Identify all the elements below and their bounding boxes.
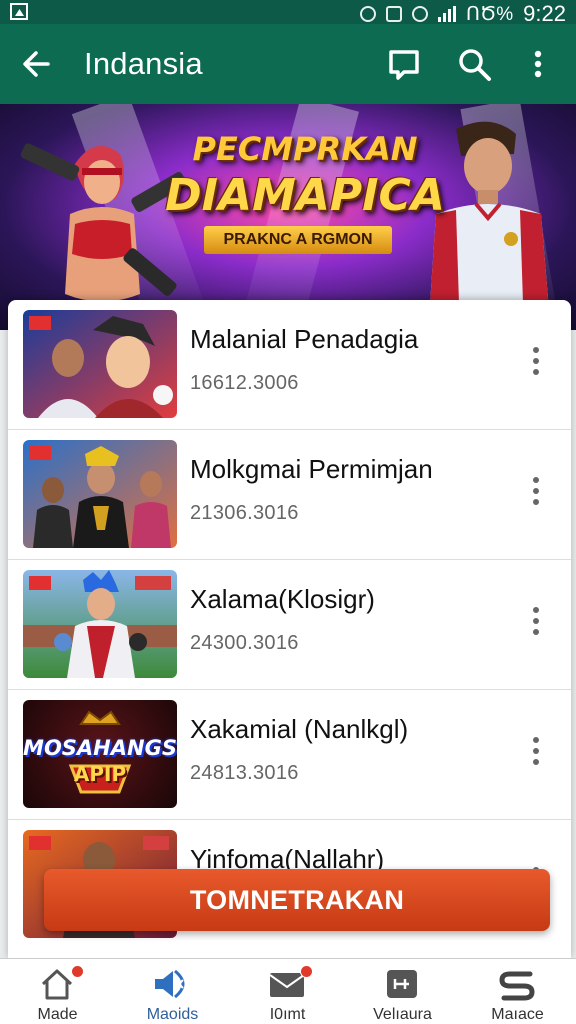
thumbnail-logo-sub: APIP bbox=[73, 762, 127, 786]
primary-action-button[interactable]: TOMNETRAKAN bbox=[44, 869, 550, 931]
game-title: Xalama(Klosigr) bbox=[190, 584, 375, 614]
nav-label: Maoids bbox=[146, 1006, 199, 1023]
banner-title-top: PECMPRKAN bbox=[192, 130, 418, 168]
vibrate-icon bbox=[385, 6, 402, 22]
promo-banner[interactable]: PECMPRKAN DIAMAPICA PRAKNC A RGMON bbox=[0, 104, 576, 330]
game-thumbnail bbox=[23, 440, 177, 548]
more-vert-icon[interactable] bbox=[526, 604, 546, 640]
bottom-nav: Made Maoids I0ımt Velıaura Maıace bbox=[0, 958, 576, 1024]
app-bar: Indansia bbox=[0, 24, 576, 104]
banner-title: DIAMAPICA bbox=[165, 170, 445, 221]
s-logo-icon bbox=[499, 971, 535, 1001]
game-date: 24300.3016 bbox=[190, 632, 299, 654]
game-thumbnail bbox=[23, 310, 177, 418]
gallery-notification-icon bbox=[10, 3, 28, 20]
bluetooth-icon bbox=[359, 6, 376, 22]
tv-icon bbox=[387, 970, 417, 998]
game-title: Malanial Penadagia bbox=[190, 324, 419, 354]
nav-label: I0ımt bbox=[269, 1006, 306, 1023]
more-vert-icon[interactable] bbox=[526, 474, 546, 510]
speaker-icon bbox=[155, 969, 185, 999]
signal-icon bbox=[437, 6, 456, 22]
chat-icon[interactable] bbox=[382, 42, 426, 86]
game-title: Molkgmai Permimjan bbox=[190, 454, 433, 484]
back-arrow-icon[interactable] bbox=[18, 44, 58, 84]
nav-label: Made bbox=[37, 1006, 78, 1023]
game-date: 21306.3016 bbox=[190, 502, 299, 524]
nav-label: Velıaura bbox=[373, 1006, 432, 1023]
nav-item-tv[interactable]: Velıaura bbox=[345, 959, 460, 1024]
game-date: 24813.3016 bbox=[190, 762, 299, 784]
list-item[interactable]: MOSAHANGS APIP Xakamial (Nanlkgl) 24813.… bbox=[8, 690, 571, 820]
status-bar: ՈԾ% 9:22 bbox=[0, 0, 576, 26]
search-icon[interactable] bbox=[452, 42, 496, 86]
more-vert-icon[interactable] bbox=[516, 42, 560, 86]
list-item[interactable]: Molkgmai Permimjan 21306.3016 bbox=[8, 430, 571, 560]
nav-item-home[interactable]: Made bbox=[0, 959, 115, 1024]
more-vert-icon[interactable] bbox=[526, 734, 546, 770]
nav-item-marketplace[interactable]: Maıace bbox=[460, 959, 575, 1024]
banner-subtitle: PRAKNC A RGMON bbox=[204, 226, 392, 254]
nav-label: Maıace bbox=[491, 1006, 544, 1023]
game-thumbnail: MOSAHANGS APIP bbox=[23, 700, 177, 808]
alarm-icon bbox=[411, 6, 428, 22]
game-title: Xakamial (Nanlkgl) bbox=[190, 714, 409, 744]
page-title: Indansia bbox=[84, 46, 203, 81]
list-item[interactable]: Malanial Penadagia 16612.3006 bbox=[8, 300, 571, 430]
game-date: 16612.3006 bbox=[190, 372, 299, 394]
nav-item-mail[interactable]: I0ımt bbox=[230, 959, 345, 1024]
thumbnail-logo-text: MOSAHANGS bbox=[23, 736, 177, 760]
notification-badge bbox=[300, 965, 313, 978]
footballer-illustration bbox=[428, 121, 551, 330]
notification-badge bbox=[71, 965, 84, 978]
battery-percent: ՈԾ% bbox=[465, 3, 514, 25]
list-item[interactable]: Xalama(Klosigr) 24300.3016 bbox=[8, 560, 571, 690]
game-thumbnail bbox=[23, 570, 177, 678]
game-list: Malanial Penadagia 16612.3006 Molkgmai P… bbox=[8, 300, 571, 960]
nav-item-media[interactable]: Maoids bbox=[115, 959, 230, 1024]
more-vert-icon[interactable] bbox=[526, 344, 546, 380]
